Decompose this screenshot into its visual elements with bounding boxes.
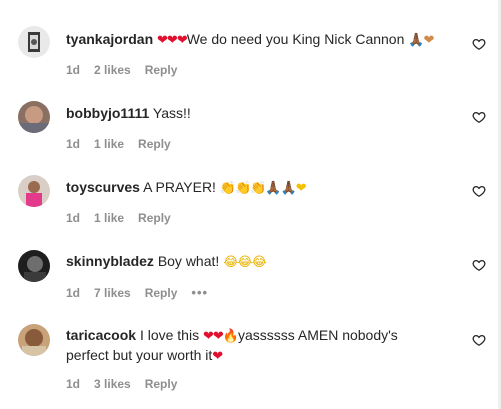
comment-body: skinnybladez Boy what! 😂😂😂 — [66, 252, 465, 272]
avatar[interactable] — [18, 26, 50, 58]
comment-text: Yass!! — [152, 105, 191, 121]
comment-body: bobbyjo1111 Yass!! — [66, 104, 465, 122]
comment-username[interactable]: tyankajordan — [66, 31, 153, 47]
avatar[interactable] — [18, 324, 50, 356]
heart-outline-icon[interactable] — [472, 333, 486, 347]
comment-body: taricacook I love this ❤❤🔥yassssss AMEN … — [66, 326, 465, 366]
comment-meta: 1d 2 likes Reply — [66, 63, 177, 77]
reply-button[interactable]: Reply — [138, 211, 171, 225]
comment-likes[interactable]: 1 like — [94, 137, 124, 151]
clap-prayer-heart-emoji: 👏👏👏🙏🏾🙏🏾❤ — [219, 181, 307, 196]
reply-button[interactable]: Reply — [138, 137, 171, 151]
avatar[interactable] — [18, 250, 50, 282]
comment-likes[interactable]: 2 likes — [94, 63, 131, 77]
more-horizontal-icon[interactable]: ••• — [191, 285, 208, 300]
comment-body: toyscurves A PRAYER! 👏👏👏🙏🏾🙏🏾❤ — [66, 178, 465, 198]
comment-time: 1d — [66, 211, 81, 225]
heart-outline-icon[interactable] — [472, 184, 486, 198]
heart-emoji: ❤ — [212, 349, 223, 364]
heart-outline-icon[interactable] — [472, 258, 486, 272]
comment-time: 1d — [66, 137, 81, 151]
comment-meta: 1d 7 likes Reply ••• — [66, 285, 208, 300]
heart-emoji: ❤❤❤ — [157, 33, 188, 48]
comment-username[interactable]: taricacook — [66, 327, 136, 343]
prayer-emoji: 🙏🏾❤ — [408, 33, 434, 48]
reply-button[interactable]: Reply — [145, 286, 178, 300]
avatar[interactable] — [18, 101, 50, 133]
heart-outline-icon[interactable] — [472, 37, 486, 51]
comment-username[interactable]: bobbyjo1111 — [66, 105, 149, 121]
comment-time: 1d — [66, 377, 81, 391]
heart-outline-icon[interactable] — [472, 110, 486, 124]
comment-text: perfect but your worth it — [66, 347, 213, 363]
comment-meta: 1d 3 likes Reply — [66, 377, 177, 391]
comment-text: Boy what! — [157, 253, 220, 269]
reply-button[interactable]: Reply — [145, 63, 178, 77]
avatar[interactable] — [18, 175, 50, 207]
comment-meta: 1d 1 like Reply — [66, 211, 171, 225]
comment-text: I love this — [139, 327, 200, 343]
comment-likes[interactable]: 3 likes — [94, 377, 131, 391]
laughing-emoji: 😂😂😂 — [223, 255, 267, 270]
reply-button[interactable]: Reply — [145, 377, 178, 391]
comment-time: 1d — [66, 285, 81, 300]
comment-meta: 1d 1 like Reply — [66, 137, 171, 151]
comment-likes[interactable]: 7 likes — [94, 286, 131, 300]
comment-likes[interactable]: 1 like — [94, 211, 124, 225]
comment-time: 1d — [66, 63, 81, 77]
comment-body: tyankajordan ❤❤❤We do need you King Nick… — [66, 30, 465, 50]
comment-text: We do need you King Nick Cannon — [186, 31, 405, 47]
comment-text: A PRAYER! — [143, 179, 216, 195]
comment-username[interactable]: skinnybladez — [66, 253, 154, 269]
comment-username[interactable]: toyscurves — [66, 179, 140, 195]
comment-text: yassssss AMEN nobody's — [237, 327, 398, 343]
heart-fire-emoji: ❤❤🔥 — [202, 329, 239, 344]
